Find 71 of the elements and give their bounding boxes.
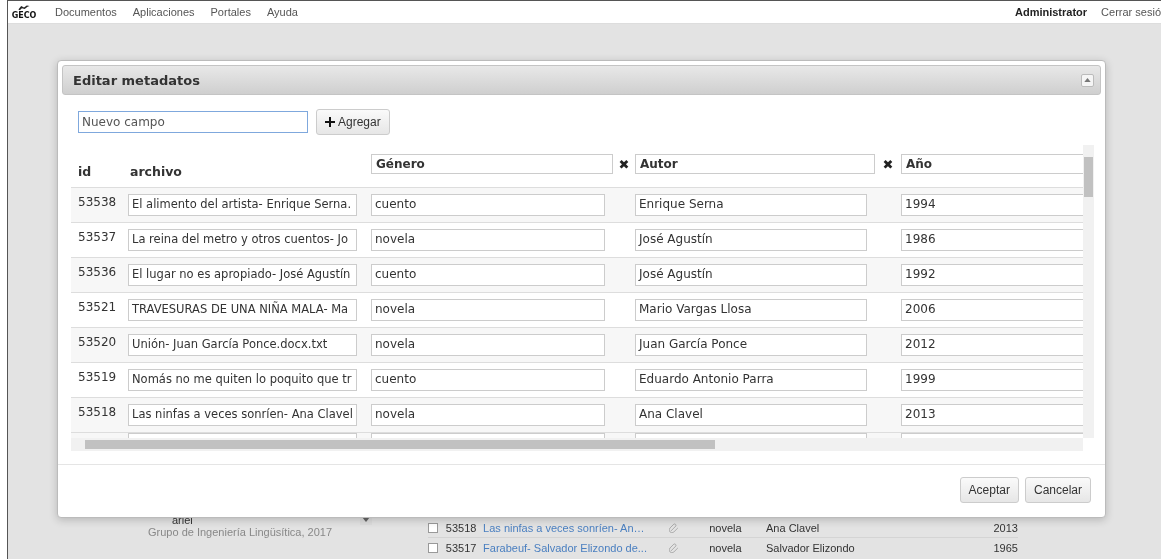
plus-icon [325, 117, 335, 127]
id-cell-text: 53519 [77, 369, 118, 384]
metadata-field[interactable]: 2012 [901, 334, 1083, 356]
logo[interactable]: GECO [11, 4, 37, 20]
id-cell-text: 53518 [77, 404, 118, 419]
file-name-field[interactable]: Nomás no me quiten lo poquito que tr [128, 369, 357, 391]
id-cell-text: 53521 [77, 299, 118, 314]
metadata-field[interactable]: novela [371, 229, 605, 251]
metadata-field[interactable]: cuento [371, 194, 605, 216]
metadata-field[interactable]: 1986 [901, 229, 1083, 251]
nav-link[interactable]: Portales [210, 6, 251, 18]
file-name-field[interactable]: El alimento del artista- Enrique Serna. [128, 194, 357, 216]
metadata-field[interactable]: novela [371, 404, 605, 426]
metadata-field[interactable]: 2006 [901, 299, 1083, 321]
id-cell-text: 53537 [77, 229, 118, 244]
metadata-field[interactable]: 1992 [901, 264, 1083, 286]
file-name-field[interactable]: Unión- Juan García Ponce.docx.txt [128, 334, 357, 356]
column-header: id [77, 162, 93, 179]
id-cell-text: 53520 [77, 334, 118, 349]
table-cell: 2013 [993, 521, 1018, 534]
file-name-field[interactable]: La reina del metro y otros cuentos- Jo [128, 229, 357, 251]
metadata-field[interactable]: Juan García Ponce [635, 334, 867, 356]
column-header: archivo [129, 162, 183, 179]
remove-column-icon[interactable]: ✖ [613, 156, 635, 172]
file-name-field[interactable]: TRAVESURAS DE UNA NIÑA MALA- Ma [128, 299, 357, 321]
table-cell-text: Salvador Elizondo [766, 541, 856, 554]
user-link[interactable]: Administrator [1014, 6, 1088, 18]
metadata-field[interactable]: cuento [371, 264, 605, 286]
dialog-title: Editar metadatos [73, 72, 200, 88]
id-cell-text: 53538 [77, 194, 118, 209]
caret-icon [1084, 78, 1091, 82]
new-field-input[interactable]: Nuevo campo [78, 111, 308, 133]
add-button[interactable]: Agregar [316, 109, 390, 135]
table-cell-text: novela [709, 521, 743, 534]
metadata-field[interactable]: novela [371, 334, 605, 356]
row-checkbox[interactable] [428, 522, 438, 533]
metadata-field[interactable]: Mario Vargas Llosa [635, 299, 867, 321]
metadata-field[interactable]: José Agustín [635, 229, 867, 251]
metadata-field[interactable]: 2013 [901, 404, 1083, 426]
cancel-button[interactable]: Cancelar [1024, 477, 1091, 503]
metadata-field[interactable]: 1999 [901, 369, 1083, 391]
accept-button[interactable]: Aceptar [959, 477, 1019, 503]
table-cell-text: Ana Clavel [766, 521, 821, 534]
logo-text: GECO [11, 11, 37, 20]
table-cell-text: 53518 [445, 521, 478, 534]
nav-link[interactable]: Aplicaciones [132, 6, 195, 18]
remove-column-icon[interactable]: ✖ [875, 156, 901, 172]
column-name-field[interactable]: Año [901, 154, 1083, 174]
id-cell-text: 53536 [77, 264, 118, 279]
table-cell-text: novela [709, 541, 743, 554]
table-cell-text: 53517 [445, 541, 478, 554]
metadata-field[interactable]: cuento [371, 369, 605, 391]
metadata-field[interactable]: Enrique Serna [635, 194, 867, 216]
column-name-field[interactable]: Género [371, 154, 613, 174]
metadata-field[interactable]: Ana Clavel [635, 404, 867, 426]
metadata-field[interactable]: 1994 [901, 194, 1083, 216]
row-checkbox[interactable] [428, 542, 438, 553]
metadata-field[interactable]: Eduardo Antonio Parra [635, 369, 867, 391]
table-cell: 1965 [993, 541, 1018, 554]
paperclip-icon [669, 542, 680, 553]
column-name-field[interactable]: Autor [635, 154, 875, 174]
metadata-field[interactable]: novela [371, 299, 605, 321]
collapse-button[interactable] [1081, 73, 1094, 87]
footer-text: Grupo de Ingeniería Lingüsítica, 2017 [148, 526, 334, 538]
nav-link[interactable]: Documentos [55, 6, 117, 18]
paperclip-icon [669, 522, 680, 533]
file-name-field[interactable]: El lugar no es apropiado- José Agustín [128, 264, 357, 286]
nav-link[interactable]: Ayuda [266, 6, 298, 18]
metadata-field[interactable]: José Agustín [635, 264, 867, 286]
file-name-field[interactable]: Las ninfas a veces sonríen- Ana Clavel [128, 404, 357, 426]
logout-link[interactable]: Cerrar sesió [1101, 6, 1161, 18]
